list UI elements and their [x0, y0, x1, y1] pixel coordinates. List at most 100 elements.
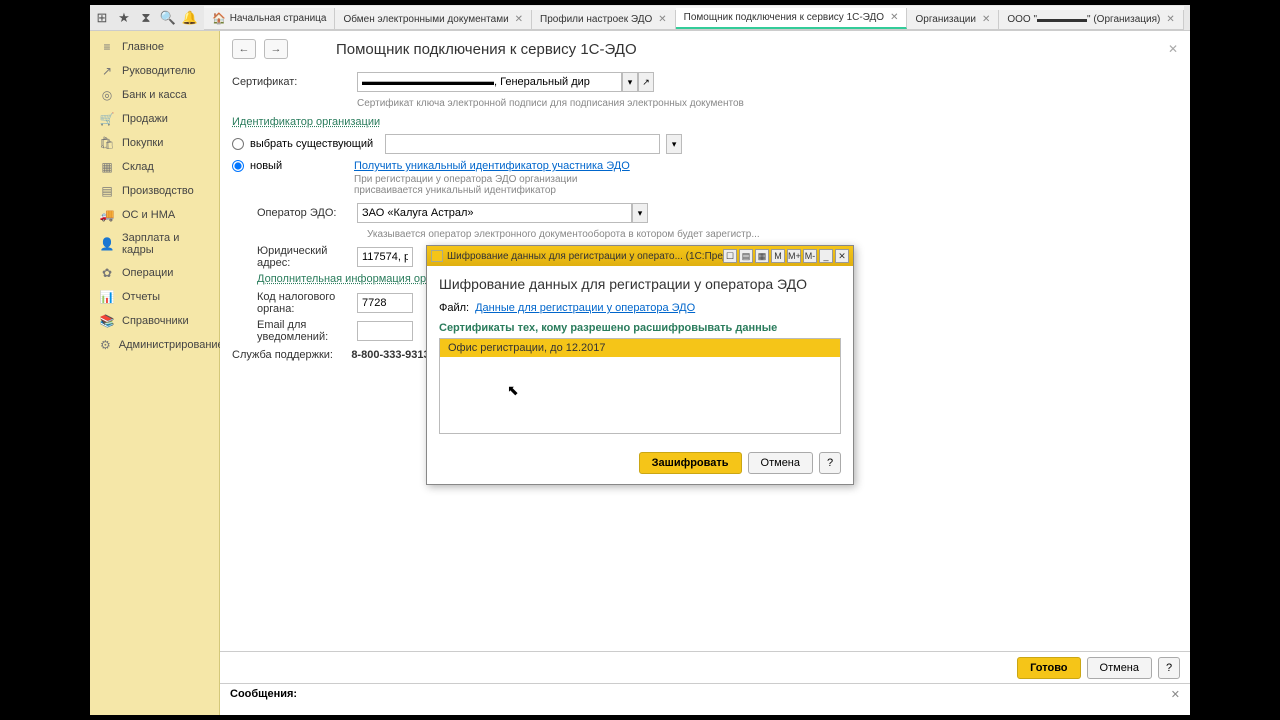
tab-close-icon[interactable]: ✕	[515, 14, 523, 25]
sidebar-label: Покупки	[122, 137, 163, 149]
search-icon[interactable]: 🔍	[160, 10, 176, 26]
sidebar-item[interactable]: ▤ Производство	[90, 179, 219, 203]
dialog-cancel-button[interactable]: Отмена	[748, 452, 813, 474]
sidebar-label: Склад	[122, 161, 154, 173]
sidebar-label: Справочники	[122, 315, 189, 327]
sidebar-icon: ▤	[100, 184, 114, 198]
certs-section-label: Сертификаты тех, кому разрешено расшифро…	[439, 322, 841, 334]
legal-addr-input[interactable]	[357, 247, 413, 267]
sidebar-item[interactable]: ▦Склад	[90, 155, 219, 179]
tax-code-input[interactable]	[357, 293, 413, 313]
dialog-close-icon[interactable]: ✕	[835, 249, 849, 263]
sidebar-item[interactable]: ◎ Банк и касса	[90, 83, 219, 107]
sidebar-item[interactable]: ✿ Операции	[90, 261, 219, 285]
radio-existing[interactable]	[232, 138, 244, 150]
tab-label: Начальная страница	[230, 13, 327, 24]
sidebar-item[interactable]: ≡ Главное	[90, 35, 219, 59]
forward-button[interactable]: →	[264, 39, 288, 59]
operator-label: Оператор ЭДО:	[257, 207, 357, 219]
encryption-dialog: Шифрование данных для регистрации у опер…	[426, 245, 854, 485]
dialog-btn-2[interactable]: ▤	[739, 249, 753, 263]
cert-dropdown-icon[interactable]: ▾	[622, 72, 638, 92]
dialog-titlebar[interactable]: Шифрование данных для регистрации у опер…	[427, 246, 853, 266]
sidebar-icon: 🛒	[100, 112, 114, 126]
file-link[interactable]: Данные для регистрации у оператора ЭДО	[475, 302, 695, 314]
support-phone: 8-800-333-9313	[351, 349, 429, 361]
messages-close-icon[interactable]: ✕	[1171, 688, 1180, 701]
operator-input[interactable]	[357, 203, 632, 223]
history-icon[interactable]: ⧗	[138, 10, 154, 26]
cert-open-icon[interactable]: ↗	[638, 72, 654, 92]
sidebar-label: Руководителю	[122, 65, 195, 77]
sidebar-label: Производство	[122, 185, 194, 197]
done-button[interactable]: Готово	[1017, 657, 1080, 679]
apps-icon[interactable]: ⊞	[94, 10, 110, 26]
org-id-section-link[interactable]: Идентификатор организации	[232, 116, 1178, 128]
back-button[interactable]: ←	[232, 39, 256, 59]
operator-hint: Указывается оператор электронного докуме…	[367, 228, 1178, 241]
dialog-mminus-button[interactable]: M-	[803, 249, 817, 263]
dialog-minimize-icon[interactable]: _	[819, 249, 833, 263]
cert-list-item[interactable]: Офис регистрации, до 12.2017	[440, 339, 840, 357]
dialog-mplus-button[interactable]: M+	[787, 249, 801, 263]
legal-addr-label: Юридический адрес:	[257, 245, 357, 269]
sidebar-icon: ⚙	[100, 338, 111, 352]
cert-input[interactable]	[357, 72, 622, 92]
tab[interactable]: Профили настроек ЭДО✕	[532, 10, 676, 29]
footer-bar: Готово Отмена ?	[220, 651, 1190, 683]
bell-icon[interactable]: 🔔	[182, 10, 198, 26]
close-icon[interactable]: ✕	[1168, 42, 1178, 56]
existing-dropdown-icon[interactable]: ▾	[666, 134, 682, 154]
cancel-button[interactable]: Отмена	[1087, 657, 1152, 679]
sidebar-icon: ✿	[100, 266, 114, 280]
sidebar-item[interactable]: 📚 Справочники	[90, 309, 219, 333]
get-id-link[interactable]: Получить уникальный идентификатор участн…	[354, 160, 630, 172]
sidebar-label: Главное	[122, 41, 164, 53]
sidebar-icon: 📚	[100, 314, 114, 328]
dialog-heading: Шифрование данных для регистрации у опер…	[439, 276, 841, 292]
tab-label: Обмен электронными документами	[343, 14, 508, 25]
star-icon[interactable]: ★	[116, 10, 132, 26]
sidebar-item[interactable]: 👤Зарплата и кадры	[90, 227, 219, 261]
sidebar-item[interactable]: 🚚ОС и НМА	[90, 203, 219, 227]
existing-id-input[interactable]	[385, 134, 660, 154]
certs-list[interactable]: Офис регистрации, до 12.2017	[439, 338, 841, 434]
page-title: Помощник подключения к сервису 1С-ЭДО	[336, 41, 637, 58]
sidebar-icon: ≡	[100, 40, 114, 54]
cert-label: Сертификат:	[232, 76, 357, 88]
dialog-btn-3[interactable]: ▦	[755, 249, 769, 263]
dialog-help-button[interactable]: ?	[819, 452, 841, 474]
radio-new[interactable]	[232, 160, 244, 172]
tax-code-label: Код налогового органа:	[257, 291, 357, 315]
sidebar-item[interactable]: ⚙Администрирование	[90, 333, 219, 357]
tab[interactable]: Обмен электронными документами ✕	[335, 10, 532, 29]
dialog-btn-1[interactable]: ☐	[723, 249, 737, 263]
messages-label: Сообщения:	[230, 688, 297, 700]
sidebar-label: Операции	[122, 267, 173, 279]
tab[interactable]: Организации✕	[907, 10, 999, 29]
encrypt-button[interactable]: Зашифровать	[639, 452, 742, 474]
messages-panel: Сообщения: ✕	[220, 683, 1190, 715]
tab-close-icon[interactable]: ✕	[890, 12, 898, 23]
sidebar-item[interactable]: 🛒Продажи	[90, 107, 219, 131]
email-input[interactable]	[357, 321, 413, 341]
sidebar-icon: 📊	[100, 290, 114, 304]
email-label: Email для уведомлений:	[257, 319, 357, 343]
tab-close-icon[interactable]: ✕	[1166, 14, 1174, 25]
sidebar-item[interactable]: 📊Отчеты	[90, 285, 219, 309]
tab[interactable]: ООО "▬▬▬▬▬" (Организация)✕	[999, 10, 1183, 29]
cert-hint: Сертификат ключа электронной подписи для…	[357, 97, 1178, 110]
sidebar-item[interactable]: ↗Руководителю	[90, 59, 219, 83]
tab-strip: 🏠Начальная страницаОбмен электронными до…	[204, 6, 1184, 30]
help-button[interactable]: ?	[1158, 657, 1180, 679]
tab[interactable]: 🏠Начальная страница	[204, 8, 335, 29]
sidebar-icon: ◎	[100, 88, 114, 102]
sidebar-label: Банк и касса	[122, 89, 187, 101]
sidebar-item[interactable]: 🛍Покупки	[90, 131, 219, 155]
tab-close-icon[interactable]: ✕	[982, 14, 990, 25]
sidebar-label: ОС и НМА	[122, 209, 175, 221]
operator-dropdown-icon[interactable]: ▾	[632, 203, 648, 223]
tab[interactable]: Помощник подключения к сервису 1С-ЭДО✕	[676, 8, 908, 29]
tab-close-icon[interactable]: ✕	[658, 14, 666, 25]
dialog-m-button[interactable]: M	[771, 249, 785, 263]
